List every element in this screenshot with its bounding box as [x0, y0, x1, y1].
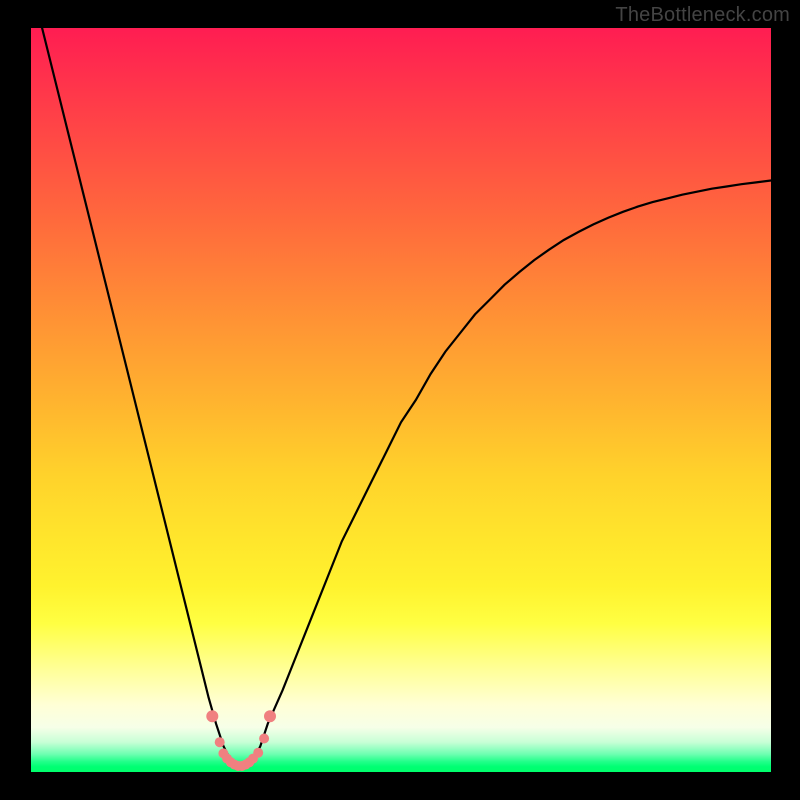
- marker-dot: [253, 748, 263, 758]
- watermark-label: TheBottleneck.com: [615, 4, 790, 27]
- marker-dot: [206, 710, 218, 722]
- curve-path: [31, 28, 771, 767]
- bottleneck-curve: [31, 28, 771, 772]
- marker-dot: [215, 737, 225, 747]
- marker-dot: [264, 710, 276, 722]
- plot-area: [31, 28, 771, 772]
- curve-markers: [206, 710, 276, 771]
- marker-dot: [259, 734, 269, 744]
- chart-frame: TheBottleneck.com: [0, 0, 800, 800]
